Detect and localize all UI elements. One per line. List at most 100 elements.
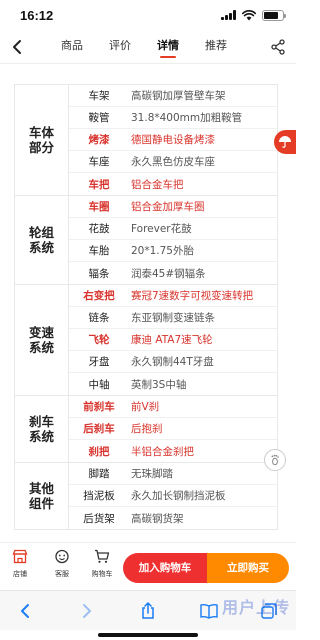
- back-arrow-icon: [13, 40, 21, 54]
- spec-row: 链条 东亚钢制变速链条: [69, 307, 277, 329]
- spec-row-value: 永久加长钢制挡泥板: [131, 490, 226, 502]
- spec-row: 后货架 高碳钢货架: [69, 507, 277, 529]
- spec-group: 其他 组件 脚踏 无珠脚踏挡泥板 永久加长钢制挡泥板后货架 高碳钢货架: [15, 463, 277, 530]
- wifi-icon: [242, 9, 256, 20]
- spec-row-name: 花鼓: [88, 223, 110, 235]
- cart-icon: [95, 549, 110, 563]
- spec-row: 牙盘 永久钢制44T牙盘: [69, 351, 277, 373]
- spec-group-title: 刹车 系统: [15, 396, 69, 462]
- add-to-cart-button[interactable]: 加入购物车: [123, 553, 207, 583]
- browser-back-button[interactable]: [14, 601, 36, 621]
- spec-row-value: 英制3S中轴: [131, 378, 187, 391]
- spec-table: 车体 部分 车架 高碳钢加厚管壁车架鞍管 31.8*400mm加粗鞍管烤漆 德国静电设备烤…: [14, 84, 278, 530]
- spec-row-name: 右变把: [83, 290, 115, 302]
- forward-icon: [83, 604, 91, 618]
- cart-label: 购物车: [91, 570, 113, 578]
- spec-row-value: 东亚钢制变速链条: [131, 312, 215, 324]
- spec-row-name: 链条: [88, 312, 110, 324]
- service-icon: [55, 549, 69, 564]
- buy-now-button[interactable]: 立即购买: [207, 553, 289, 583]
- spec-row: 车胎 20*1.75外胎: [69, 240, 277, 262]
- spec-row-value: 前V刹: [131, 401, 160, 413]
- spec-row-name: 辐条: [88, 267, 110, 280]
- service-label: 客服: [55, 570, 69, 578]
- watermark: 用户上传: [221, 598, 290, 617]
- spec-group-title: 轮组 系统: [15, 196, 69, 284]
- spec-row-name: 飞轮: [88, 334, 110, 346]
- share-icon: [142, 602, 154, 619]
- browser-forward-button[interactable]: [76, 601, 98, 621]
- spec-row-value: 31.8*400mm加粗鞍管: [131, 112, 243, 124]
- spec-group-title: 车体 部分: [15, 85, 69, 195]
- promo-float-button[interactable]: [274, 130, 296, 154]
- tab-reviews[interactable]: 评价: [96, 32, 144, 60]
- spec-row-value: Forever花鼓: [131, 223, 192, 235]
- foot-icon: [271, 454, 279, 466]
- store-icon: [12, 549, 28, 564]
- spec-row-name: 后货架: [83, 512, 115, 525]
- spec-row-value: 赛冠7速数字可视变速转把: [131, 290, 254, 302]
- spec-group-title: 其他 组件: [15, 463, 69, 529]
- spec-group: 刹车 系统 前刹车 前V刹后刹车 后抱刹刹把 半铝合金刹把: [15, 396, 277, 463]
- spec-row-name: 刹把: [88, 445, 110, 458]
- status-time: 16:12: [20, 8, 54, 23]
- status-bar: 16:12: [0, 0, 296, 30]
- spec-row-value: 高碳钢货架: [131, 512, 184, 525]
- spec-row-value: 后抱刹: [131, 423, 163, 435]
- spec-row-name: 车胎: [88, 245, 110, 257]
- scroll-float-button[interactable]: [264, 449, 286, 471]
- spec-row-value: 润泰45#钢辐条: [131, 267, 206, 280]
- spec-row-name: 鞍管: [88, 112, 110, 124]
- spec-row-name: 前刹车: [83, 401, 115, 413]
- top-nav: 商品 评价 详情 推荐: [0, 32, 296, 62]
- spec-row: 车圈 铝合金加厚车圈: [69, 196, 277, 218]
- share-icon[interactable]: [270, 39, 286, 55]
- spec-row: 挡泥板 永久加长钢制挡泥板: [69, 485, 277, 507]
- spec-row-name: 脚踏: [88, 468, 110, 480]
- spec-row-value: 永久黑色仿皮车座: [131, 156, 215, 168]
- cart-button[interactable]: 购物车: [88, 549, 116, 579]
- spec-row: 飞轮 康迪 ATA7速飞轮: [69, 329, 277, 351]
- tab-recommend[interactable]: 推荐: [192, 32, 240, 60]
- spec-row-value: 永久钢制44T牙盘: [131, 356, 214, 368]
- browser-bookmarks-button[interactable]: [198, 601, 220, 621]
- tab-details[interactable]: 详情: [144, 32, 192, 60]
- browser-share-button[interactable]: [137, 601, 159, 621]
- battery-icon: [262, 9, 286, 21]
- spec-row: 烤漆 德国静电设备烤漆: [69, 129, 277, 151]
- spec-row-value: 高碳钢加厚管壁车架: [131, 90, 226, 102]
- spec-row: 刹把 半铝合金刹把: [69, 440, 277, 462]
- store-button[interactable]: 店铺: [6, 549, 34, 579]
- bookmarks-icon: [200, 603, 218, 619]
- spec-row-name: 中轴: [88, 378, 110, 391]
- back-icon: [21, 604, 29, 618]
- home-indicator: [98, 633, 198, 637]
- nav-divider: [0, 63, 296, 64]
- spec-row: 车把 铝合金车把: [69, 173, 277, 195]
- tab-bar: 商品 评价 详情 推荐: [48, 32, 240, 60]
- action-bar: 店铺 客服 购物车 加入购物车 立即购买: [0, 542, 296, 588]
- spec-row-value: 德国静电设备烤漆: [131, 134, 215, 146]
- back-button[interactable]: [8, 37, 26, 57]
- spec-row-name: 后刹车: [83, 423, 115, 435]
- service-button[interactable]: 客服: [48, 549, 76, 579]
- spec-row-name: 车座: [88, 156, 110, 168]
- spec-row-value: 无珠脚踏: [131, 468, 173, 480]
- spec-row: 前刹车 前V刹: [69, 396, 277, 418]
- spec-row-name: 车架: [88, 90, 110, 102]
- spec-group: 轮组 系统 车圈 铝合金加厚车圈花鼓 Forever花鼓车胎 20*1.75外胎辐条 润泰4…: [15, 196, 277, 285]
- signal-icon: [221, 10, 236, 20]
- spec-row: 右变把 赛冠7速数字可视变速转把: [69, 285, 277, 307]
- tab-product[interactable]: 商品: [48, 32, 96, 60]
- spec-row: 车座 永久黑色仿皮车座: [69, 151, 277, 173]
- spec-group: 车体 部分 车架 高碳钢加厚管壁车架鞍管 31.8*400mm加粗鞍管烤漆 德国静电设备烤…: [15, 84, 277, 196]
- store-label: 店铺: [13, 570, 27, 578]
- spec-row-value: 铝合金车把: [131, 178, 184, 191]
- spec-row-name: 挡泥板: [83, 490, 115, 502]
- spec-row-value: 20*1.75外胎: [131, 245, 194, 257]
- spec-row-name: 车把: [88, 178, 110, 191]
- spec-row-name: 牙盘: [88, 356, 110, 368]
- spec-row: 后刹车 后抱刹: [69, 418, 277, 440]
- spec-row-value: 康迪 ATA7速飞轮: [131, 334, 213, 346]
- spec-row: 中轴 英制3S中轴: [69, 373, 277, 395]
